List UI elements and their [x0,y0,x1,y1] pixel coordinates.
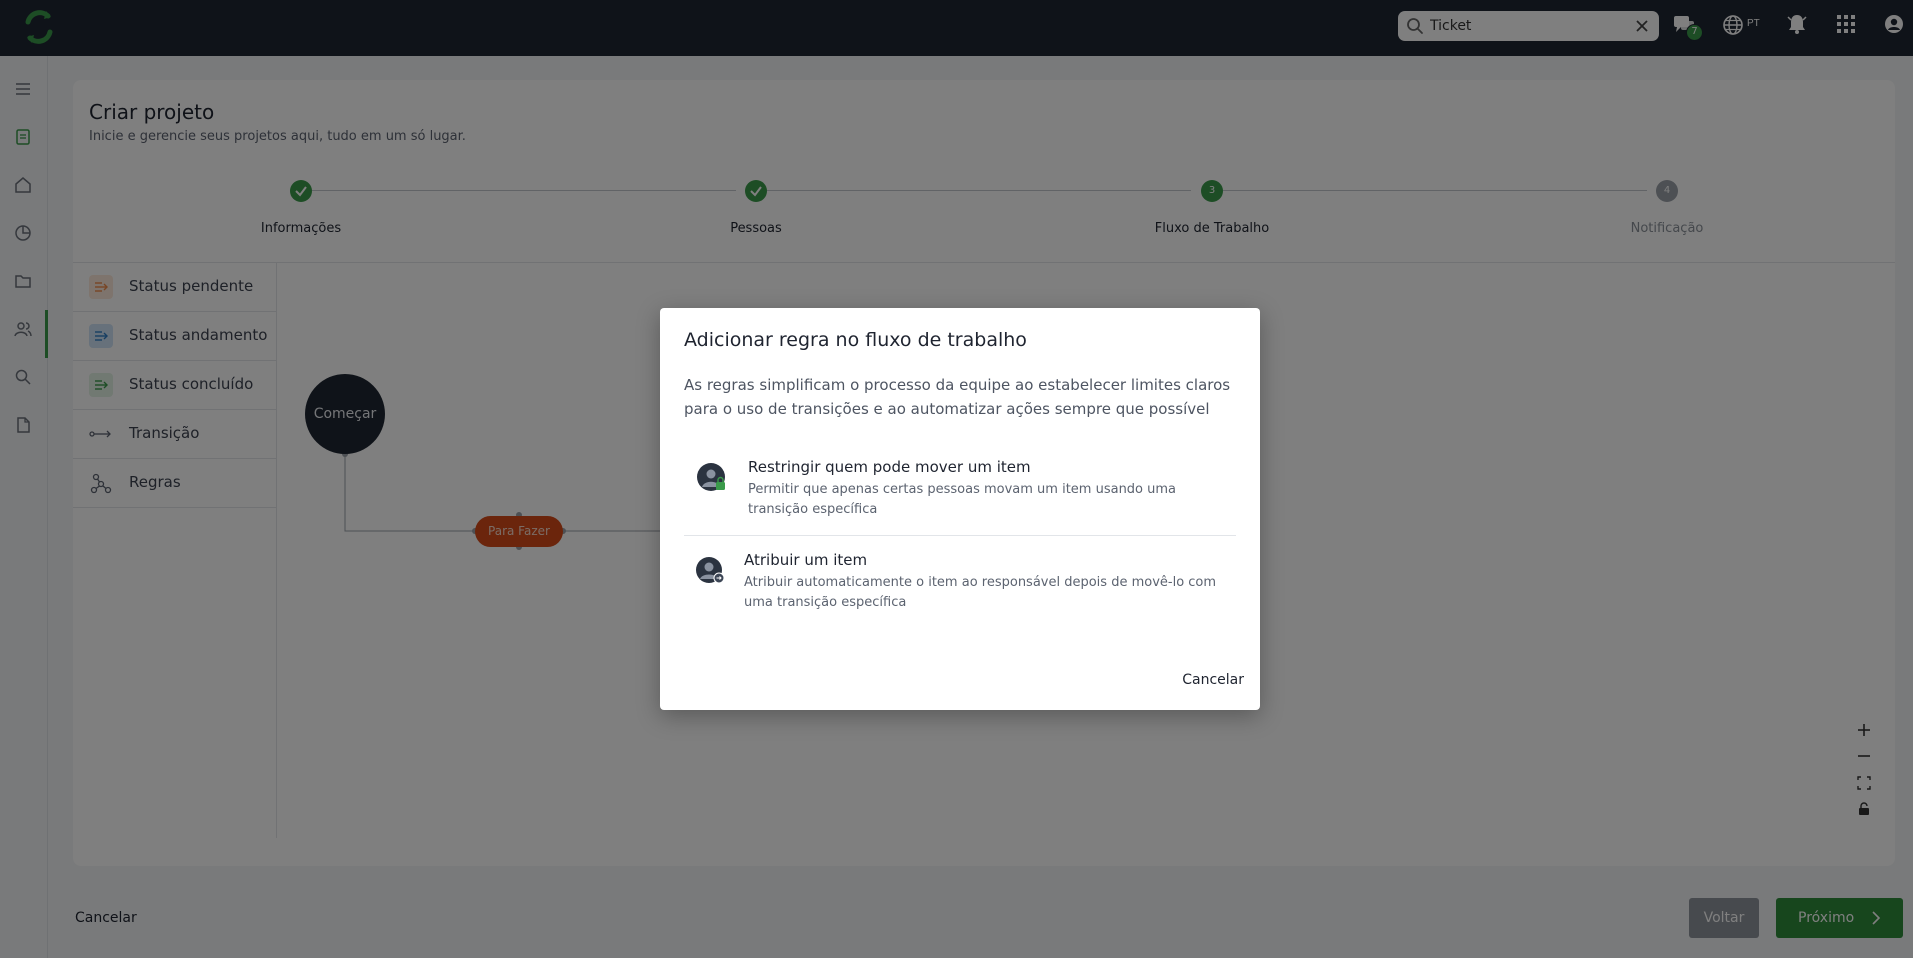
assign-user-icon [696,557,725,584]
option-description: Permitir que apenas certas pessoas movam… [748,482,1177,517]
add-rule-dialog: Adicionar regra no fluxo de trabalho As … [660,308,1260,710]
rule-option-restrict[interactable]: Restringir quem pode mover um item Permi… [684,456,1236,526]
option-description: Atribuir automaticamente o item ao respo… [744,575,1217,610]
divider [684,535,1236,536]
dialog-cancel-button[interactable]: Cancelar [1182,672,1244,688]
dialog-description: As regras simplificam o processo da equi… [684,376,1231,418]
option-title: Atribuir um item [744,551,868,569]
restricted-user-icon [697,463,725,491]
rule-option-assign[interactable]: Atribuir um item Atribuir automaticament… [684,551,1236,621]
option-title: Restringir quem pode mover um item [748,458,1031,476]
dialog-title: Adicionar regra no fluxo de trabalho [684,329,1027,351]
